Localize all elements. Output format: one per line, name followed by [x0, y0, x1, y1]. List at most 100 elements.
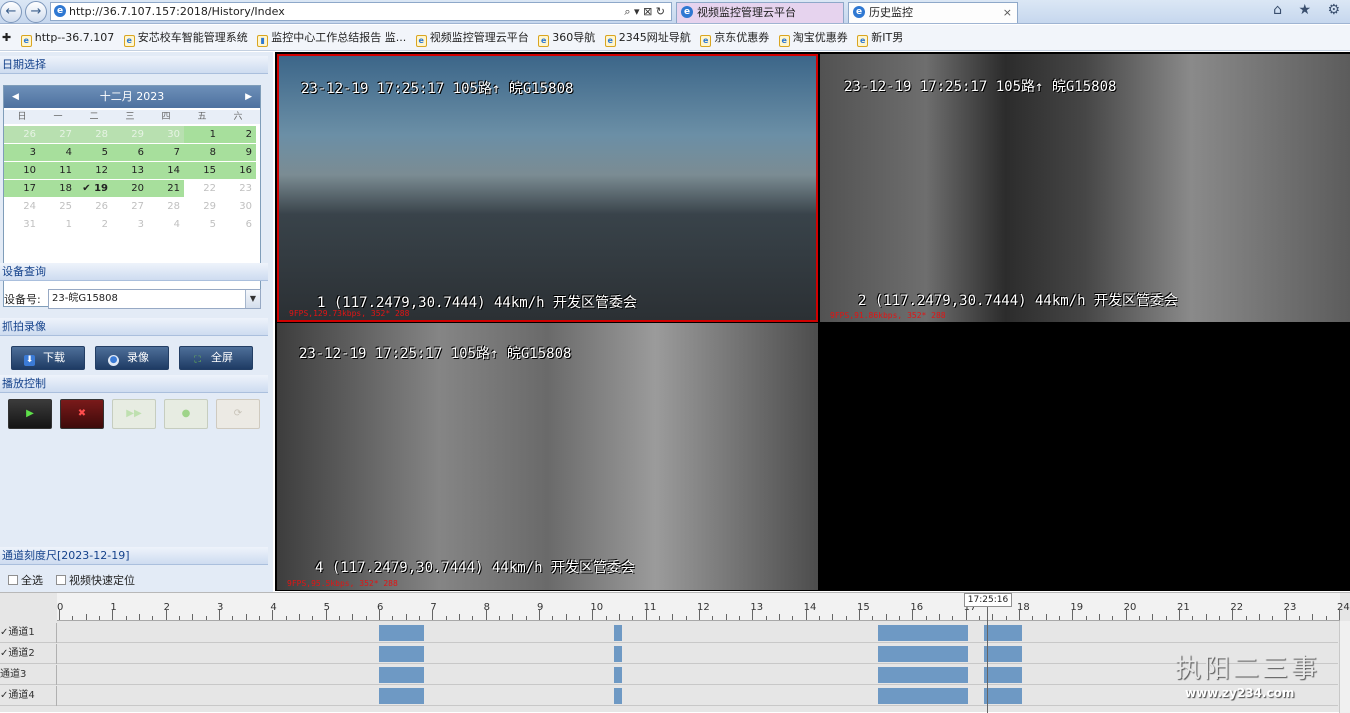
calendar-day[interactable]: 9 [220, 144, 256, 161]
calendar-day[interactable]: 22 [184, 180, 220, 197]
favorite-link[interactable]: ▮ 监控中心工作总结报告 监... [257, 25, 406, 51]
step-button[interactable]: ● [164, 399, 208, 429]
calendar-day[interactable]: 25 [40, 198, 76, 215]
calendar-day[interactable]: 15 [184, 162, 220, 179]
calendar-day[interactable]: 27 [40, 126, 76, 143]
recording-segment[interactable] [877, 646, 969, 662]
play-button[interactable]: ▶ [8, 399, 52, 429]
calendar-day[interactable]: 12 [76, 162, 112, 179]
favorite-link[interactable]: e 新IT男 [857, 25, 903, 51]
close-tab-icon[interactable]: × [1003, 3, 1012, 22]
address-bar[interactable]: e http://36.7.107.157:2018/History/Index… [50, 2, 672, 21]
calendar-day[interactable]: 2 [220, 126, 256, 143]
calendar-day[interactable]: 4 [40, 144, 76, 161]
favorites-star-icon[interactable]: ✚ [2, 25, 11, 51]
favorite-link[interactable]: e 安芯校车智能管理系统 [123, 25, 248, 51]
calendar-day[interactable]: 3 [112, 216, 148, 233]
favorite-link[interactable]: e 淘宝优惠券 [778, 25, 848, 51]
calendar-day[interactable]: 11 [40, 162, 76, 179]
channel-label[interactable]: ✓通道2 [0, 644, 57, 664]
calendar-day[interactable]: 16 [220, 162, 256, 179]
favorite-link[interactable]: e 2345网址导航 [604, 25, 691, 51]
channel-label[interactable]: 通道3 [0, 665, 57, 685]
fullscreen-button[interactable]: ⛶ 全屏 [179, 346, 253, 370]
calendar-day[interactable]: 1 [40, 216, 76, 233]
calendar-day[interactable]: 20 [112, 180, 148, 197]
record-button[interactable]: ● 录像 [95, 346, 169, 370]
recording-segment[interactable] [877, 688, 969, 704]
recording-segment[interactable] [379, 625, 425, 641]
device-select[interactable]: 23-皖G15808 ▼ [48, 289, 261, 309]
time-ruler[interactable]: 0 1 2 3 4 5 6 7 8 9 10 11 12 13 14 15 16 17 18 19 20 21 22 23 24 [57, 593, 1350, 621]
recording-segment[interactable] [613, 646, 622, 662]
stop-button[interactable]: ✖ [60, 399, 104, 429]
calendar-day-selected[interactable]: ✔ 19 [76, 180, 112, 197]
recording-segment[interactable] [379, 646, 425, 662]
recording-segment[interactable] [379, 688, 425, 704]
time-cursor-label[interactable]: 17:25:16 [964, 593, 1012, 607]
calendar-day[interactable]: 13 [112, 162, 148, 179]
favorite-link[interactable]: e 视频监控管理云平台 [415, 25, 529, 51]
calendar-day[interactable]: 24 [4, 198, 40, 215]
recording-segment[interactable] [379, 667, 425, 683]
calendar-day[interactable]: 10 [4, 162, 40, 179]
calendar-day[interactable]: 7 [148, 144, 184, 161]
calendar-day[interactable]: 28 [148, 198, 184, 215]
calendar-day[interactable]: 18 [40, 180, 76, 197]
recording-segment[interactable] [613, 667, 622, 683]
calendar-day[interactable]: 4 [148, 216, 184, 233]
prev-month-icon[interactable]: ◀ [12, 86, 19, 108]
checkbox-box[interactable] [56, 575, 66, 585]
calendar-day[interactable]: 5 [76, 144, 112, 161]
address-tools[interactable]: ⌕ ▾ ⊠ ↻ [624, 3, 665, 20]
calendar-day[interactable]: 26 [76, 198, 112, 215]
recording-segment[interactable] [613, 625, 622, 641]
channel-label[interactable]: ✓通道1 [0, 623, 57, 643]
forward-icon[interactable]: → [25, 1, 47, 23]
recording-segment[interactable] [613, 688, 622, 704]
calendar-day[interactable]: 31 [4, 216, 40, 233]
favorite-link[interactable]: e http--36.7.107 [20, 25, 114, 51]
calendar-day[interactable]: 29 [112, 126, 148, 143]
calendar-day[interactable]: 6 [220, 216, 256, 233]
tab-video-platform[interactable]: e 视频监控管理云平台 [676, 2, 844, 23]
back-icon[interactable]: ← [0, 1, 22, 23]
fast-forward-button[interactable]: ▶▶ [112, 399, 156, 429]
calendar-day[interactable]: 30 [148, 126, 184, 143]
calendar-day[interactable]: 3 [4, 144, 40, 161]
select-all-checkbox[interactable]: 全选 [8, 574, 43, 588]
calendar-day[interactable]: 14 [148, 162, 184, 179]
calendar-day[interactable]: 2 [76, 216, 112, 233]
timeline-scrollbar[interactable] [1339, 621, 1350, 713]
calendar-day[interactable]: 8 [184, 144, 220, 161]
favorite-link[interactable]: e 京东优惠券 [700, 25, 769, 51]
next-month-icon[interactable]: ▶ [245, 86, 252, 108]
checkbox-box[interactable] [8, 575, 18, 585]
home-star-gear-icons[interactable]: ⌂ ★ ⚙ [1273, 2, 1346, 18]
recording-segment[interactable] [984, 688, 1022, 704]
camera-view-1[interactable]: 23-12-19 17:25:17 105路↑ 皖G15808 1 (117.2… [277, 54, 818, 322]
recording-segment[interactable] [984, 646, 1022, 662]
calendar-day[interactable]: 5 [184, 216, 220, 233]
calendar-day[interactable]: 1 [184, 126, 220, 143]
time-cursor-line[interactable] [987, 607, 988, 713]
calendar-day[interactable]: 17 [4, 180, 40, 197]
channel-label[interactable]: ✓通道4 [0, 686, 57, 706]
camera-view-4[interactable]: 23-12-19 17:25:17 105路↑ 皖G15808 4 (117.2… [277, 323, 818, 590]
camera-view-empty[interactable] [820, 323, 1350, 590]
recording-segment[interactable] [877, 667, 969, 683]
calendar-day[interactable]: 23 [220, 180, 256, 197]
tab-history-monitor[interactable]: e 历史监控 × [848, 2, 1018, 23]
recording-segment[interactable] [984, 625, 1022, 641]
calendar-day[interactable]: 29 [184, 198, 220, 215]
calendar-day[interactable]: 30 [220, 198, 256, 215]
camera-view-2[interactable]: 23-12-19 17:25:17 105路↑ 皖G15808 2 (117.2… [820, 54, 1350, 322]
recording-segment[interactable] [877, 625, 969, 641]
calendar-day[interactable]: 21 [148, 180, 184, 197]
recording-segment[interactable] [984, 667, 1022, 683]
favorite-link[interactable]: e 360导航 [538, 25, 595, 51]
chevron-down-icon[interactable]: ▼ [245, 290, 260, 308]
calendar-day[interactable]: 27 [112, 198, 148, 215]
download-button[interactable]: ⬇ 下载 [11, 346, 85, 370]
calendar-day[interactable]: 6 [112, 144, 148, 161]
